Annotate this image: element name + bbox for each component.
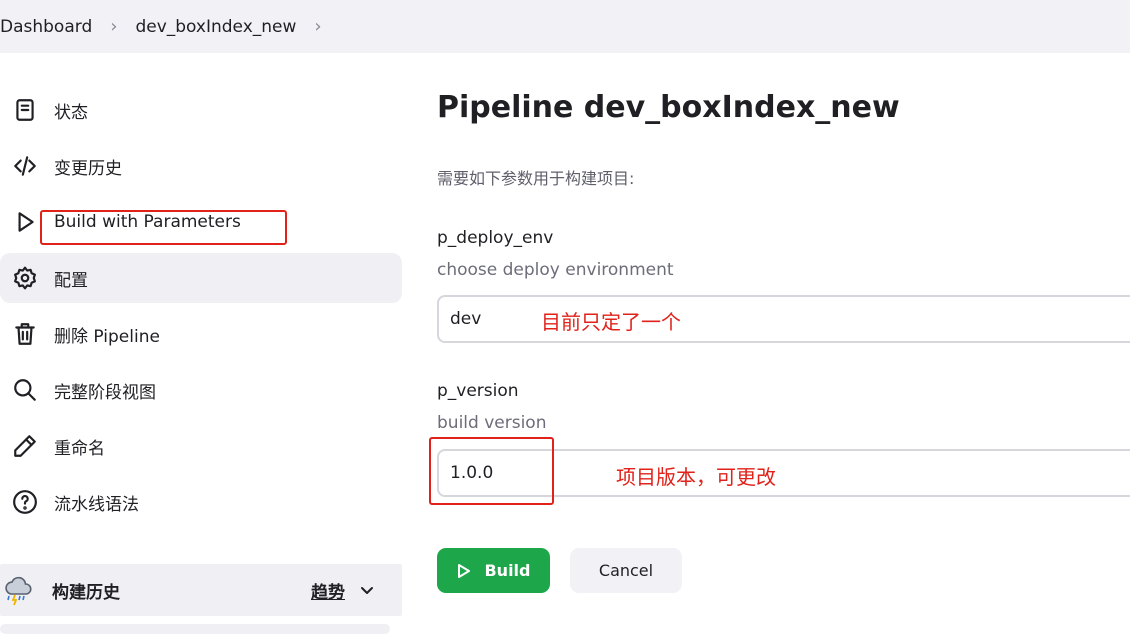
annotation-deploy-env: 目前只定了一个 — [541, 310, 681, 334]
cancel-button-label: Cancel — [598, 561, 654, 580]
breadcrumb-link[interactable]: dev_boxIndex_new — [135, 17, 296, 37]
chevron-right-icon[interactable]: › — [110, 16, 117, 37]
build-history-header[interactable]: 构建历史 趋势 — [0, 564, 402, 616]
cancel-button[interactable]: Cancel — [570, 548, 682, 593]
pencil-icon — [11, 432, 39, 460]
play-icon — [11, 208, 39, 236]
build-history-title: 构建历史 — [52, 582, 120, 603]
sidebar-item-label: 完整阶段视图 — [54, 382, 156, 403]
version-value: 1.0.0 — [450, 463, 494, 483]
breadcrumb-link[interactable]: Dashboard — [0, 17, 92, 37]
param-description-deploy-env: choose deploy environment — [437, 260, 674, 280]
sidebar-item-build-with-parameters[interactable]: Build with Parameters — [0, 197, 402, 247]
sidebar-item-configure[interactable]: 配置 — [0, 253, 402, 303]
sidebar-item-label: Build with Parameters — [54, 212, 241, 232]
sidebar-item-changes[interactable]: 变更历史 — [0, 141, 402, 191]
sidebar-item-label: 状态 — [54, 102, 88, 123]
sidebar-item-label: 变更历史 — [54, 158, 122, 179]
annotation-version: 项目版本，可更改 — [616, 465, 776, 489]
param-name-deploy-env: p_deploy_env — [437, 228, 554, 248]
play-icon — [458, 563, 471, 578]
breadcrumb: Dashboard › dev_boxIndex_new › — [0, 0, 1130, 53]
build-button-label: Build — [484, 561, 531, 580]
help-icon — [11, 488, 39, 516]
breadcrumb-item-job[interactable]: dev_boxIndex_new — [135, 17, 296, 37]
trend-link[interactable]: 趋势 — [311, 578, 345, 603]
sidebar-item-label: 重命名 — [54, 438, 105, 459]
breadcrumb-item-dashboard[interactable]: Dashboard — [0, 17, 92, 37]
build-history-list — [0, 624, 390, 634]
sidebar-item-status[interactable]: 状态 — [0, 85, 402, 135]
sidebar-item-delete-pipeline[interactable]: 删除 Pipeline — [0, 309, 402, 359]
sidebar-item-full-stage-view[interactable]: 完整阶段视图 — [0, 365, 402, 415]
sidebar-item-label: 流水线语法 — [54, 494, 139, 515]
param-description-version: build version — [437, 413, 547, 433]
trash-icon — [11, 320, 39, 348]
weather-cloud-icon — [5, 576, 32, 606]
param-name-version: p_version — [437, 381, 519, 401]
page-title: Pipeline dev_boxIndex_new — [437, 90, 900, 125]
sidebar-item-label: 删除 Pipeline — [54, 326, 160, 347]
document-icon — [11, 96, 39, 124]
code-icon — [11, 152, 39, 180]
sidebar-item-rename[interactable]: 重命名 — [0, 421, 402, 471]
chevron-right-icon[interactable]: › — [314, 16, 321, 37]
chevron-down-icon[interactable] — [357, 580, 377, 600]
sidebar-item-label: 配置 — [54, 270, 88, 291]
build-button[interactable]: Build — [437, 548, 550, 593]
gear-icon — [11, 264, 39, 292]
deploy-env-value: dev — [450, 309, 482, 329]
parameters-intro: 需要如下参数用于构建项目: — [437, 169, 635, 188]
sidebar-item-pipeline-syntax[interactable]: 流水线语法 — [0, 477, 402, 527]
version-input[interactable]: 1.0.0 — [437, 449, 1130, 497]
search-icon — [11, 376, 39, 404]
sidebar: 状态 变更历史 Build with Parameters 配置 删除 Pipe… — [0, 85, 402, 533]
